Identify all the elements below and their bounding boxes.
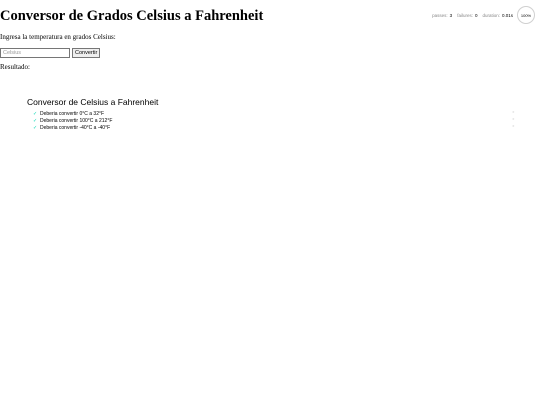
replay-icon[interactable]: ‣ bbox=[510, 110, 517, 116]
suite-title[interactable]: Conversor de Celsius a Fahrenheit bbox=[27, 97, 158, 107]
failures-count: 0 bbox=[474, 12, 478, 18]
replay-icon[interactable]: ‣ bbox=[510, 124, 517, 130]
duration-stat: duration: 0.01s bbox=[482, 13, 513, 18]
result-label: Resultado: bbox=[0, 63, 30, 71]
passes-count: 3 bbox=[449, 12, 453, 18]
convert-button[interactable]: Convertir bbox=[72, 48, 101, 58]
mocha-stats: passes: 3 failures: 0 duration: 0.01s 100% bbox=[427, 6, 535, 24]
test-suite: Conversor de Celsius a Fahrenheit ✓ Debe… bbox=[27, 97, 158, 131]
passes-label: passes: bbox=[432, 12, 448, 18]
test-label[interactable]: Deberia convertir 100°C a 212°F bbox=[40, 118, 112, 124]
check-icon: ✓ bbox=[33, 110, 38, 117]
temperature-prompt: Ingresa la temperatura en grados Celsius… bbox=[0, 33, 116, 41]
progress-ring: 100% bbox=[517, 6, 535, 24]
duration-label: duration: bbox=[482, 12, 500, 18]
test-item: ✓ Deberia convertir 0°C a 32°F bbox=[33, 110, 158, 117]
check-icon: ✓ bbox=[33, 124, 38, 131]
failures-label: failures: bbox=[457, 12, 473, 18]
check-icon: ✓ bbox=[33, 117, 38, 124]
test-item: ✓ Deberia convertir 100°C a 212°F bbox=[33, 117, 158, 124]
failures-stat[interactable]: failures: 0 bbox=[457, 13, 477, 18]
test-label[interactable]: Deberia convertir -40°C a -40°F bbox=[40, 125, 110, 131]
replay-icon[interactable]: ‣ bbox=[510, 117, 517, 123]
celsius-input[interactable] bbox=[0, 48, 70, 58]
page-title: Conversor de Grados Celsius a Fahrenheit bbox=[0, 8, 264, 24]
converter-form: Convertir bbox=[0, 48, 101, 58]
test-label[interactable]: Deberia convertir 0°C a 32°F bbox=[40, 111, 104, 117]
test-item: ✓ Deberia convertir -40°C a -40°F bbox=[33, 124, 158, 131]
passes-stat[interactable]: passes: 3 bbox=[432, 13, 452, 18]
duration-value: 0.01s bbox=[501, 12, 513, 18]
